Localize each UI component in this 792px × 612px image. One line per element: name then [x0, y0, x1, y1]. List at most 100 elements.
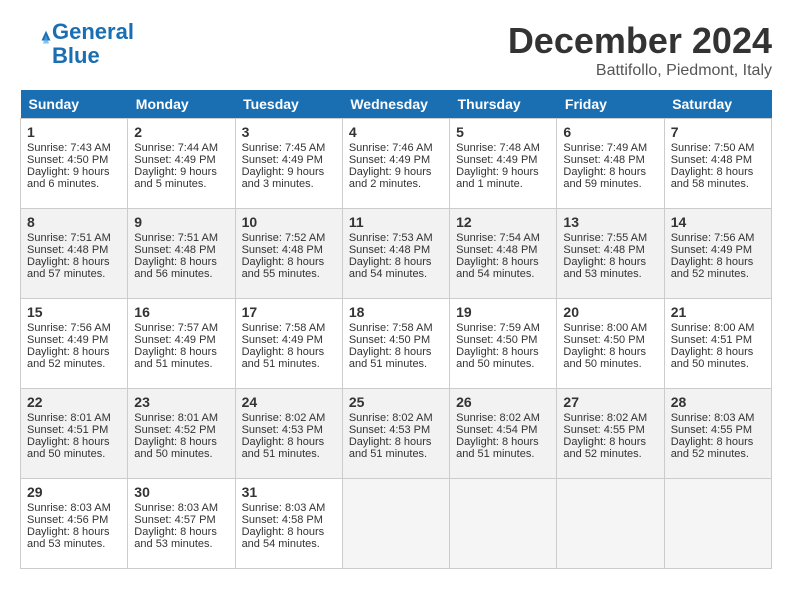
calendar-cell: 2Sunrise: 7:44 AMSunset: 4:49 PMDaylight… — [128, 119, 235, 209]
calendar-cell: 12Sunrise: 7:54 AMSunset: 4:48 PMDayligh… — [450, 209, 557, 299]
daylight-text: Daylight: 8 hours and 50 minutes. — [671, 346, 754, 370]
day-number: 22 — [27, 394, 121, 410]
daylight-text: Daylight: 8 hours and 52 minutes. — [27, 346, 110, 370]
day-number: 10 — [242, 214, 336, 230]
day-number: 28 — [671, 394, 765, 410]
sunset-text: Sunset: 4:51 PM — [27, 424, 108, 436]
calendar-cell: 29Sunrise: 8:03 AMSunset: 4:56 PMDayligh… — [21, 479, 128, 569]
day-number: 5 — [456, 124, 550, 140]
sunset-text: Sunset: 4:52 PM — [134, 424, 215, 436]
daylight-text: Daylight: 9 hours and 1 minute. — [456, 166, 539, 190]
calendar-table: SundayMondayTuesdayWednesdayThursdayFrid… — [20, 90, 772, 569]
calendar-cell — [664, 479, 771, 569]
sunset-text: Sunset: 4:55 PM — [671, 424, 752, 436]
page-header: General Blue December 2024 Battifollo, P… — [20, 20, 772, 80]
calendar-cell: 4Sunrise: 7:46 AMSunset: 4:49 PMDaylight… — [342, 119, 449, 209]
sunrise-text: Sunrise: 7:50 AM — [671, 142, 755, 154]
sunrise-text: Sunrise: 7:58 AM — [349, 322, 433, 334]
calendar-cell — [450, 479, 557, 569]
calendar-cell: 5Sunrise: 7:48 AMSunset: 4:49 PMDaylight… — [450, 119, 557, 209]
logo-blue: Blue — [52, 43, 100, 68]
daylight-text: Daylight: 8 hours and 50 minutes. — [134, 436, 217, 460]
calendar-cell: 10Sunrise: 7:52 AMSunset: 4:48 PMDayligh… — [235, 209, 342, 299]
daylight-text: Daylight: 8 hours and 57 minutes. — [27, 256, 110, 280]
sunset-text: Sunset: 4:54 PM — [456, 424, 537, 436]
week-row-5: 29Sunrise: 8:03 AMSunset: 4:56 PMDayligh… — [21, 479, 772, 569]
sunset-text: Sunset: 4:48 PM — [134, 244, 215, 256]
day-number: 4 — [349, 124, 443, 140]
daylight-text: Daylight: 8 hours and 54 minutes. — [349, 256, 432, 280]
day-number: 25 — [349, 394, 443, 410]
week-row-2: 8Sunrise: 7:51 AMSunset: 4:48 PMDaylight… — [21, 209, 772, 299]
day-number: 2 — [134, 124, 228, 140]
day-number: 19 — [456, 304, 550, 320]
calendar-cell: 26Sunrise: 8:02 AMSunset: 4:54 PMDayligh… — [450, 389, 557, 479]
sunrise-text: Sunrise: 8:02 AM — [349, 412, 433, 424]
daylight-text: Daylight: 8 hours and 51 minutes. — [134, 346, 217, 370]
sunrise-text: Sunrise: 8:01 AM — [134, 412, 218, 424]
day-number: 21 — [671, 304, 765, 320]
sunset-text: Sunset: 4:49 PM — [349, 154, 430, 166]
weekday-header-wednesday: Wednesday — [342, 90, 449, 119]
weekday-header-row: SundayMondayTuesdayWednesdayThursdayFrid… — [21, 90, 772, 119]
calendar-cell: 15Sunrise: 7:56 AMSunset: 4:49 PMDayligh… — [21, 299, 128, 389]
daylight-text: Daylight: 8 hours and 51 minutes. — [349, 346, 432, 370]
logo-icon — [22, 27, 52, 57]
weekday-header-saturday: Saturday — [664, 90, 771, 119]
sunset-text: Sunset: 4:50 PM — [349, 334, 430, 346]
calendar-cell: 7Sunrise: 7:50 AMSunset: 4:48 PMDaylight… — [664, 119, 771, 209]
daylight-text: Daylight: 8 hours and 54 minutes. — [242, 526, 325, 550]
sunrise-text: Sunrise: 8:03 AM — [242, 502, 326, 514]
weekday-header-friday: Friday — [557, 90, 664, 119]
sunrise-text: Sunrise: 8:00 AM — [671, 322, 755, 334]
sunset-text: Sunset: 4:49 PM — [27, 334, 108, 346]
sunrise-text: Sunrise: 7:55 AM — [563, 232, 647, 244]
week-row-4: 22Sunrise: 8:01 AMSunset: 4:51 PMDayligh… — [21, 389, 772, 479]
sunset-text: Sunset: 4:53 PM — [242, 424, 323, 436]
sunrise-text: Sunrise: 7:46 AM — [349, 142, 433, 154]
day-number: 18 — [349, 304, 443, 320]
sunset-text: Sunset: 4:48 PM — [563, 244, 644, 256]
day-number: 14 — [671, 214, 765, 230]
sunrise-text: Sunrise: 8:00 AM — [563, 322, 647, 334]
sunrise-text: Sunrise: 8:03 AM — [671, 412, 755, 424]
sunset-text: Sunset: 4:55 PM — [563, 424, 644, 436]
calendar-cell: 31Sunrise: 8:03 AMSunset: 4:58 PMDayligh… — [235, 479, 342, 569]
title-block: December 2024 Battifollo, Piedmont, Ital… — [508, 20, 772, 80]
daylight-text: Daylight: 8 hours and 50 minutes. — [563, 346, 646, 370]
day-number: 1 — [27, 124, 121, 140]
sunset-text: Sunset: 4:48 PM — [563, 154, 644, 166]
calendar-cell: 20Sunrise: 8:00 AMSunset: 4:50 PMDayligh… — [557, 299, 664, 389]
sunset-text: Sunset: 4:49 PM — [456, 154, 537, 166]
daylight-text: Daylight: 9 hours and 6 minutes. — [27, 166, 110, 190]
calendar-cell: 18 Sunrise: 7:58 AMSunset: 4:50 PMDayligh… — [342, 299, 449, 389]
sunset-text: Sunset: 4:49 PM — [134, 154, 215, 166]
calendar-cell: 9Sunrise: 7:51 AMSunset: 4:48 PMDaylight… — [128, 209, 235, 299]
daylight-text: Daylight: 8 hours and 52 minutes. — [671, 436, 754, 460]
day-number: 24 — [242, 394, 336, 410]
sunset-text: Sunset: 4:53 PM — [349, 424, 430, 436]
sunset-text: Sunset: 4:50 PM — [456, 334, 537, 346]
sunset-text: Sunset: 4:57 PM — [134, 514, 215, 526]
daylight-text: Daylight: 8 hours and 50 minutes. — [27, 436, 110, 460]
sunrise-text: Sunrise: 8:02 AM — [563, 412, 647, 424]
sunset-text: Sunset: 4:48 PM — [349, 244, 430, 256]
sunrise-text: Sunrise: 8:03 AM — [134, 502, 218, 514]
calendar-cell — [557, 479, 664, 569]
day-number: 23 — [134, 394, 228, 410]
sunset-text: Sunset: 4:50 PM — [563, 334, 644, 346]
day-number: 30 — [134, 484, 228, 500]
sunrise-text: Sunrise: 7:45 AM — [242, 142, 326, 154]
sunrise-text: Sunrise: 8:01 AM — [27, 412, 111, 424]
sunrise-text: Sunrise: 7:51 AM — [27, 232, 111, 244]
sunrise-text: Sunrise: 8:02 AM — [242, 412, 326, 424]
day-number: 17 — [242, 304, 336, 320]
calendar-cell: 23 Sunrise: 8:01 AMSunset: 4:52 PMDayligh… — [128, 389, 235, 479]
calendar-cell: 27Sunrise: 8:02 AMSunset: 4:55 PMDayligh… — [557, 389, 664, 479]
calendar-cell: 28 Sunrise: 8:03 AMSunset: 4:55 PMDayligh… — [664, 389, 771, 479]
sunset-text: Sunset: 4:49 PM — [671, 244, 752, 256]
week-row-1: 1Sunrise: 7:43 AMSunset: 4:50 PMDaylight… — [21, 119, 772, 209]
sunrise-text: Sunrise: 7:57 AM — [134, 322, 218, 334]
day-number: 29 — [27, 484, 121, 500]
sunset-text: Sunset: 4:49 PM — [242, 154, 323, 166]
